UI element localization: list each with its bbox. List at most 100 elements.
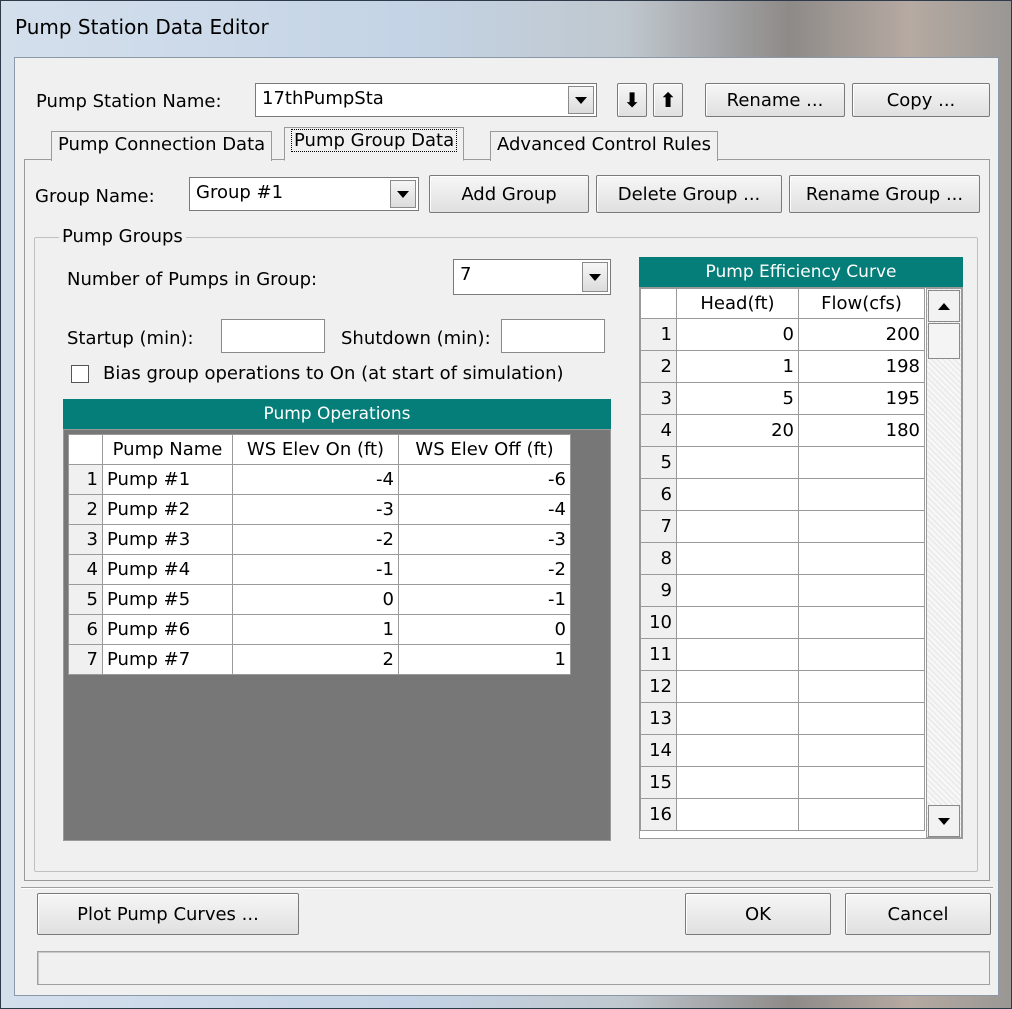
flow-cell[interactable]: [798, 798, 925, 831]
ws-elev-off-cell[interactable]: 0: [398, 614, 571, 645]
efficiency-row: 4 20 180: [640, 414, 925, 447]
flow-cell[interactable]: 180: [798, 414, 925, 447]
pump-name-cell[interactable]: Pump #7: [102, 644, 233, 675]
ws-elev-off-cell[interactable]: -1: [398, 584, 571, 615]
move-down-button[interactable]: ⬇: [617, 83, 647, 117]
head-cell[interactable]: [676, 606, 799, 639]
head-cell[interactable]: [676, 574, 799, 607]
flow-cell[interactable]: [798, 702, 925, 735]
row-number: 10: [640, 606, 677, 639]
station-name-combo[interactable]: 17thPumpSta: [255, 83, 597, 117]
efficiency-curve-title: Pump Efficiency Curve: [639, 257, 963, 287]
efficiency-row: 13: [640, 702, 925, 735]
station-name-value: 17thPumpSta: [262, 88, 384, 109]
group-name-combo[interactable]: Group #1: [189, 177, 419, 211]
flow-cell[interactable]: [798, 446, 925, 479]
chevron-down-icon[interactable]: [568, 86, 594, 114]
ws-elev-on-cell[interactable]: -3: [232, 494, 399, 525]
row-number: 13: [640, 702, 677, 735]
flow-cell[interactable]: [798, 766, 925, 799]
tab-pump-connection-data[interactable]: Pump Connection Data: [51, 131, 273, 161]
flow-cell[interactable]: [798, 478, 925, 511]
flow-cell[interactable]: 200: [798, 318, 925, 351]
ok-button[interactable]: OK: [685, 893, 831, 935]
pump-name-cell[interactable]: Pump #4: [102, 554, 233, 585]
scroll-up-icon[interactable]: [928, 290, 960, 322]
scroll-thumb[interactable]: [928, 323, 960, 359]
ws-elev-on-cell[interactable]: 2: [232, 644, 399, 675]
head-cell[interactable]: 1: [676, 350, 799, 383]
startup-input[interactable]: [221, 319, 325, 353]
efficiency-scrollbar[interactable]: [926, 288, 962, 838]
ws-elev-on-cell[interactable]: -4: [232, 464, 399, 495]
row-number: 9: [640, 574, 677, 607]
delete-group-button[interactable]: Delete Group ...: [596, 175, 782, 213]
tab-advanced-control-rules[interactable]: Advanced Control Rules: [490, 131, 718, 161]
ws-elev-on-cell[interactable]: -1: [232, 554, 399, 585]
flow-cell[interactable]: [798, 606, 925, 639]
chevron-down-icon[interactable]: [582, 262, 608, 292]
col-header: Pump Name: [102, 434, 233, 465]
flow-cell[interactable]: [798, 638, 925, 671]
flow-cell[interactable]: 195: [798, 382, 925, 415]
head-cell[interactable]: [676, 542, 799, 575]
copy-station-button[interactable]: Copy ...: [852, 83, 990, 117]
scroll-down-icon[interactable]: [928, 805, 960, 837]
head-cell[interactable]: [676, 638, 799, 671]
head-cell[interactable]: [676, 670, 799, 703]
head-cell[interactable]: [676, 510, 799, 543]
head-cell[interactable]: [676, 766, 799, 799]
ws-elev-on-cell[interactable]: 1: [232, 614, 399, 645]
head-cell[interactable]: 5: [676, 382, 799, 415]
row-number: 12: [640, 670, 677, 703]
head-cell[interactable]: 0: [676, 318, 799, 351]
head-cell[interactable]: [676, 446, 799, 479]
row-number: 3: [68, 524, 103, 555]
ws-elev-off-cell[interactable]: -3: [398, 524, 571, 555]
plot-pump-curves-button[interactable]: Plot Pump Curves ...: [37, 893, 299, 935]
chevron-down-icon[interactable]: [390, 180, 416, 208]
tab-pump-group-data[interactable]: Pump Group Data: [284, 127, 465, 161]
flow-cell[interactable]: [798, 542, 925, 575]
pump-name-cell[interactable]: Pump #1: [102, 464, 233, 495]
efficiency-row: 9: [640, 574, 925, 607]
row-number: 5: [640, 446, 677, 479]
pump-name-cell[interactable]: Pump #6: [102, 614, 233, 645]
bias-label: Bias group operations to On (at start of…: [103, 363, 564, 384]
row-number: 1: [640, 318, 677, 351]
ws-elev-on-cell[interactable]: -2: [232, 524, 399, 555]
flow-cell[interactable]: [798, 734, 925, 767]
ws-elev-off-cell[interactable]: -4: [398, 494, 571, 525]
cancel-button[interactable]: Cancel: [845, 893, 991, 935]
ws-elev-off-cell[interactable]: 1: [398, 644, 571, 675]
pump-operation-row: 7 Pump #7 2 1: [68, 644, 571, 675]
head-cell[interactable]: [676, 702, 799, 735]
head-cell[interactable]: [676, 798, 799, 831]
flow-cell[interactable]: [798, 670, 925, 703]
flow-cell[interactable]: 198: [798, 350, 925, 383]
flow-cell[interactable]: [798, 510, 925, 543]
flow-cell[interactable]: [798, 574, 925, 607]
add-group-button[interactable]: Add Group: [429, 175, 589, 213]
ws-elev-off-cell[interactable]: -2: [398, 554, 571, 585]
pump-name-cell[interactable]: Pump #2: [102, 494, 233, 525]
row-number: 5: [68, 584, 103, 615]
move-up-button[interactable]: ⬆: [653, 83, 683, 117]
head-cell[interactable]: 20: [676, 414, 799, 447]
head-cell[interactable]: [676, 734, 799, 767]
tab-pump-group-data-label: Pump Group Data: [291, 129, 458, 152]
pump-station-editor-window: Pump Station Data Editor Pump Station Na…: [0, 0, 1012, 1009]
row-number: 16: [640, 798, 677, 831]
bias-checkbox[interactable]: [71, 365, 89, 383]
ws-elev-on-cell[interactable]: 0: [232, 584, 399, 615]
num-pumps-combo[interactable]: 7: [453, 259, 611, 295]
pump-name-cell[interactable]: Pump #5: [102, 584, 233, 615]
head-cell[interactable]: [676, 478, 799, 511]
shutdown-input[interactable]: [501, 319, 605, 353]
row-number: 2: [640, 350, 677, 383]
row-number: 3: [640, 382, 677, 415]
pump-name-cell[interactable]: Pump #3: [102, 524, 233, 555]
rename-station-button[interactable]: Rename ...: [705, 83, 845, 117]
rename-group-button[interactable]: Rename Group ...: [789, 175, 980, 213]
ws-elev-off-cell[interactable]: -6: [398, 464, 571, 495]
